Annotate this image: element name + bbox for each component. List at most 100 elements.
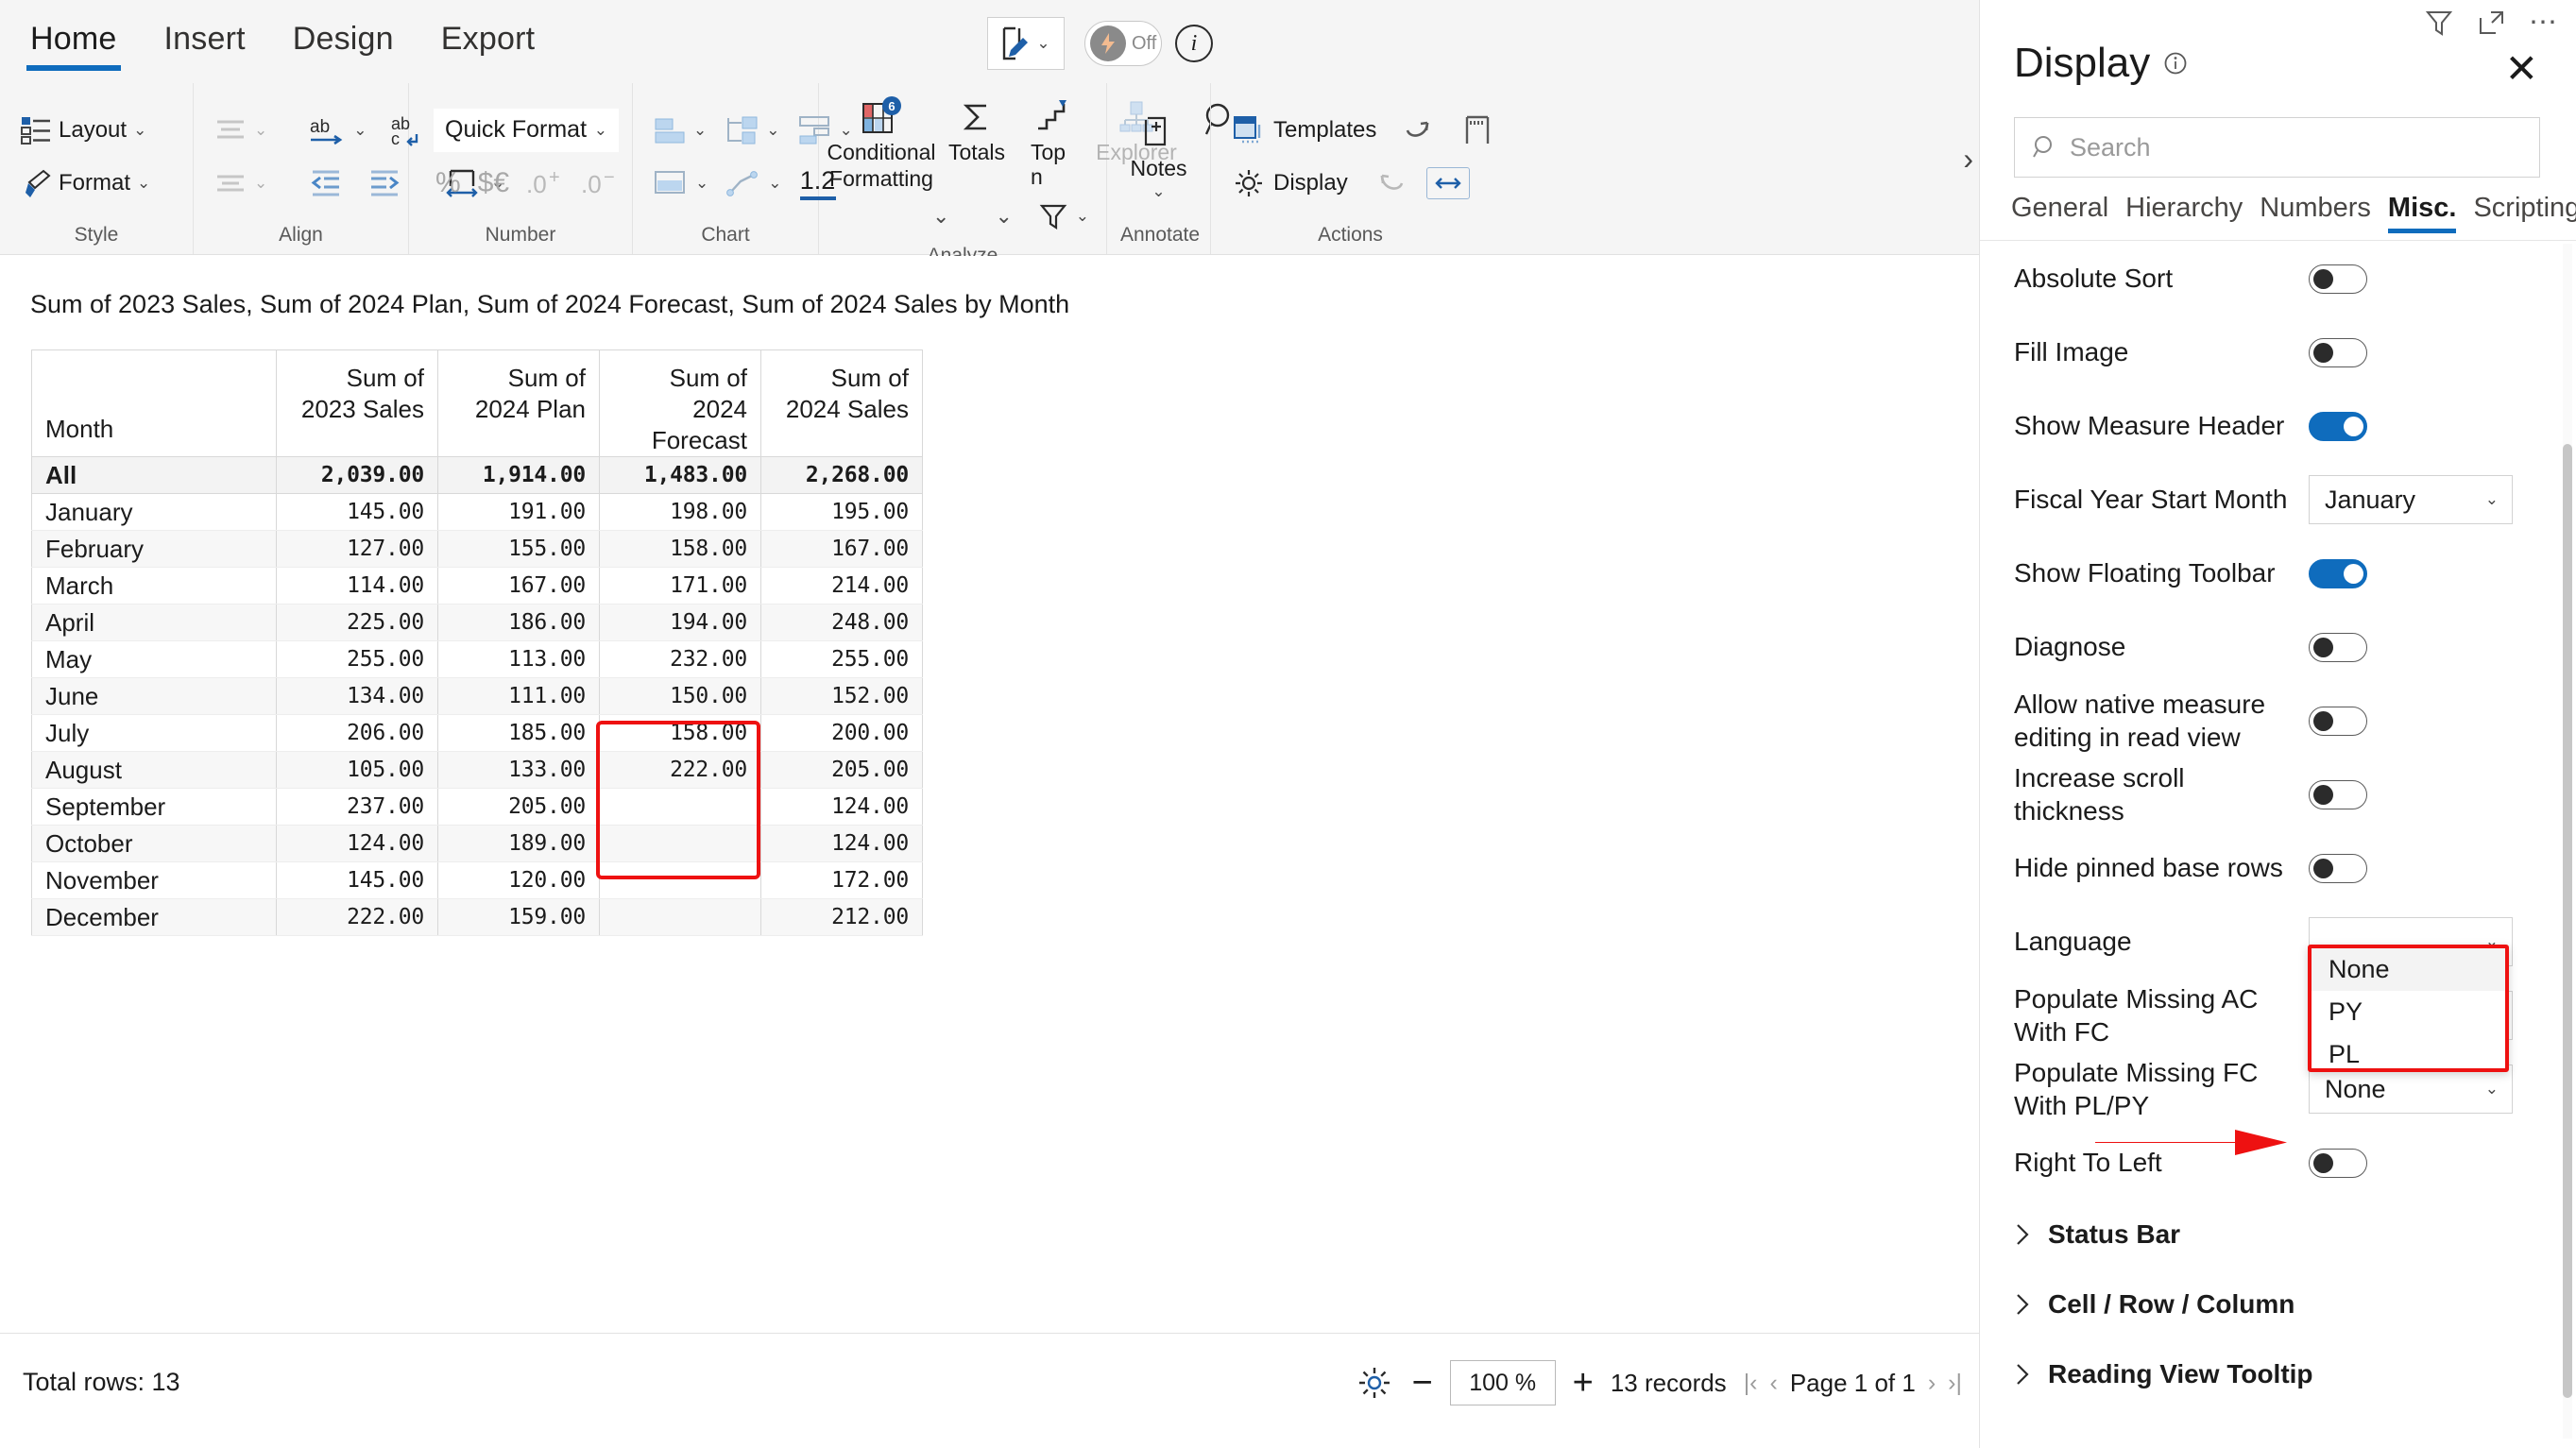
currency-format-button[interactable]: $€ [478, 167, 509, 199]
popout-icon[interactable] [2476, 7, 2508, 39]
cell-2023-sales[interactable]: 206.00 [276, 714, 438, 752]
cell-month[interactable]: June [31, 677, 277, 715]
last-page-button[interactable]: ›| [1948, 1370, 1962, 1397]
cell-month[interactable]: December [31, 898, 277, 936]
table-row[interactable]: July 206.00 185.00 158.00 200.00 [31, 714, 923, 752]
cell-2024-plan[interactable]: 205.00 [437, 788, 600, 826]
increase-indent-button[interactable] [359, 164, 410, 202]
cell-2024-sales[interactable]: 152.00 [760, 677, 923, 715]
column-header-2024-plan[interactable]: Sum of 2024 Plan [437, 349, 600, 457]
cell-2024-forecast[interactable]: 194.00 [599, 604, 761, 641]
panel-tab-hierarchy[interactable]: Hierarchy [2125, 193, 2243, 233]
cell-2024-sales[interactable]: 195.00 [760, 493, 923, 531]
notes-button[interactable]: Notes ⌄ [1122, 111, 1194, 203]
zoom-level-value[interactable]: 100 % [1449, 1360, 1556, 1405]
increase-decimals-button[interactable]: .0 + [526, 167, 564, 199]
dropdown-option-pl[interactable]: PL [2312, 1033, 2505, 1076]
cell-2024-forecast[interactable]: 171.00 [599, 567, 761, 605]
populate-missing-fc-dropdown-open[interactable]: None PY PL [2308, 945, 2509, 1072]
table-row[interactable]: November 145.00 120.00 172.00 [31, 861, 923, 899]
waterfall-chart-button[interactable]: ⌄ [717, 112, 786, 148]
cell-month[interactable]: January [31, 493, 277, 531]
fit-width-button[interactable] [1425, 166, 1470, 199]
cell-2024-sales[interactable]: 255.00 [760, 640, 923, 678]
table-row[interactable]: June 134.00 111.00 150.00 152.00 [31, 677, 923, 715]
panel-tab-scripting[interactable]: Scripting [2473, 193, 2576, 233]
ribbon-tab-insert[interactable]: Insert [161, 21, 249, 71]
cell-2024-plan[interactable]: 189.00 [437, 825, 600, 862]
column-header-2023-sales[interactable]: Sum of 2023 Sales [276, 349, 438, 457]
table-row[interactable]: September 237.00 205.00 124.00 [31, 788, 923, 826]
cell-month[interactable]: August [31, 751, 277, 789]
info-icon[interactable]: i [1175, 25, 1213, 62]
section-reading-view-tooltip[interactable]: Reading View Tooltip [1980, 1339, 2576, 1409]
table-row[interactable]: August 105.00 133.00 222.00 205.00 [31, 751, 923, 789]
dropdown-option-py[interactable]: PY [2312, 991, 2505, 1033]
line-chart-button[interactable]: ⌄ [719, 166, 788, 200]
toggle-allow-native-measure-editing-in-read-view[interactable] [2309, 706, 2367, 736]
cell-2024-plan[interactable]: 159.00 [437, 898, 600, 936]
table-row[interactable]: December 222.00 159.00 212.00 [31, 898, 923, 936]
cell-month[interactable]: September [31, 788, 277, 826]
next-page-button[interactable]: › [1928, 1370, 1936, 1397]
edit-mode-button[interactable]: ⌄ [987, 17, 1065, 70]
cell-2023-sales[interactable]: 134.00 [276, 677, 438, 715]
cell-2023-sales[interactable]: 105.00 [276, 751, 438, 789]
cell-month[interactable]: All [31, 456, 277, 494]
cell-2024-plan[interactable]: 133.00 [437, 751, 600, 789]
cell-2024-sales[interactable]: 124.00 [760, 825, 923, 862]
cell-2024-plan[interactable]: 155.00 [437, 530, 600, 568]
vertical-align-button[interactable]: ⌄ [207, 114, 274, 146]
cell-2024-sales[interactable]: 214.00 [760, 567, 923, 605]
cell-month[interactable]: April [31, 604, 277, 641]
panel-tab-misc[interactable]: Misc. [2387, 193, 2456, 233]
cell-2023-sales[interactable]: 237.00 [276, 788, 438, 826]
cell-2023-sales[interactable]: 2,039.00 [276, 456, 438, 494]
more-options-icon[interactable]: ⋯ [2529, 6, 2559, 39]
cell-2024-plan[interactable]: 111.00 [437, 677, 600, 715]
auto-refresh-toggle[interactable]: Off [1084, 21, 1162, 66]
cell-2024-sales[interactable]: 205.00 [760, 751, 923, 789]
first-page-button[interactable]: |‹ [1744, 1370, 1758, 1397]
toggle-show-floating-toolbar[interactable] [2309, 558, 2367, 588]
top-n-button[interactable]: Top n [1023, 94, 1080, 192]
format-painter-button[interactable]: Format ⌄ [13, 164, 157, 202]
measure-ruler-button[interactable] [1455, 111, 1500, 150]
toggle-absolute-sort[interactable] [2309, 264, 2367, 294]
cell-2024-forecast[interactable]: 222.00 [599, 751, 761, 789]
templates-button[interactable]: Templates [1224, 111, 1383, 150]
filter-button[interactable]: ⌄ [1033, 200, 1093, 232]
percent-format-button[interactable]: % [435, 167, 461, 199]
cell-2024-forecast[interactable] [599, 898, 761, 936]
cell-2023-sales[interactable]: 114.00 [276, 567, 438, 605]
cell-month[interactable]: October [31, 825, 277, 862]
cell-2024-forecast[interactable]: 232.00 [599, 640, 761, 678]
horizontal-align-button[interactable]: ⌄ [207, 168, 274, 198]
redo-button[interactable] [1366, 163, 1415, 203]
filter-icon[interactable] [2423, 7, 2455, 39]
cell-2023-sales[interactable]: 255.00 [276, 640, 438, 678]
toggle-increase-scroll-thickness[interactable] [2309, 779, 2367, 809]
column-header-2024-sales[interactable]: Sum of 2024 Sales [760, 349, 923, 457]
column-header-2024-forecast[interactable]: Sum of 2024 Forecast [599, 349, 761, 457]
cell-2023-sales[interactable]: 145.00 [276, 861, 438, 899]
cell-2024-forecast[interactable] [599, 788, 761, 826]
cell-2024-sales[interactable]: 2,268.00 [760, 456, 923, 494]
zoom-in-button[interactable]: + [1573, 1365, 1594, 1401]
display-button[interactable]: Display [1224, 163, 1355, 203]
cell-2024-forecast[interactable]: 158.00 [599, 714, 761, 752]
cell-2024-forecast[interactable]: 198.00 [599, 493, 761, 531]
section-cell-row-column[interactable]: Cell / Row / Column [1980, 1269, 2576, 1339]
cell-month[interactable]: March [31, 567, 277, 605]
conditional-formatting-chevron-icon[interactable]: ⌄ [932, 204, 949, 229]
panel-scrollbar-thumb[interactable] [2563, 444, 2572, 1398]
cell-2024-sales[interactable]: 167.00 [760, 530, 923, 568]
select-fiscal-year-start-month[interactable]: January ⌄ [2309, 475, 2513, 524]
dropdown-option-none[interactable]: None [2312, 948, 2505, 991]
cell-2024-sales[interactable]: 200.00 [760, 714, 923, 752]
table-row[interactable]: October 124.00 189.00 124.00 [31, 825, 923, 862]
cell-2023-sales[interactable]: 145.00 [276, 493, 438, 531]
cell-2024-sales[interactable]: 172.00 [760, 861, 923, 899]
cell-2023-sales[interactable]: 225.00 [276, 604, 438, 641]
cell-2024-plan[interactable]: 191.00 [437, 493, 600, 531]
